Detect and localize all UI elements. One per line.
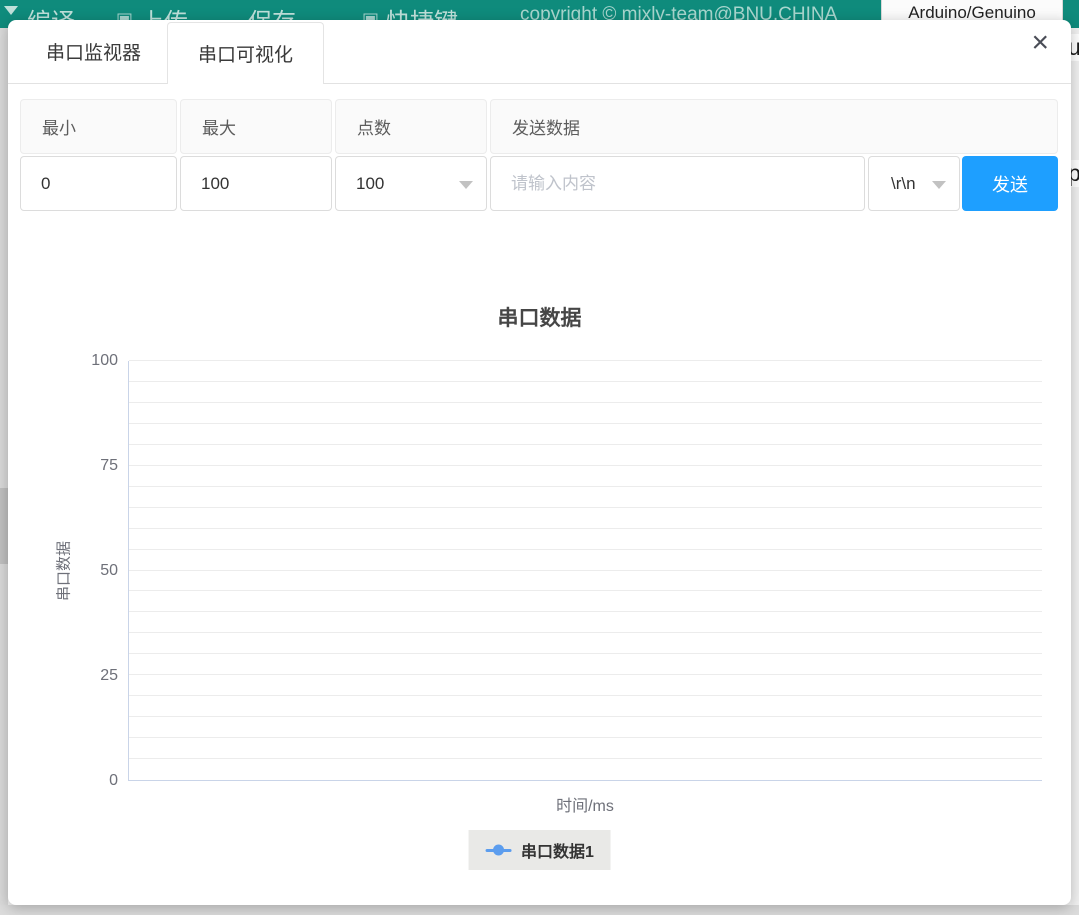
gridline (129, 653, 1042, 654)
serial-dialog: × 串口监视器 串口可视化 最小 最大 点数 发送数据 (8, 20, 1071, 905)
clipped-text-u: u (1071, 34, 1079, 61)
gridline (129, 674, 1042, 675)
plot-area (128, 361, 1042, 781)
y-tick-label: 100 (91, 353, 118, 369)
gridline (129, 360, 1042, 361)
max-input[interactable] (181, 157, 331, 210)
send-group: \r\n 发送 (490, 156, 1058, 211)
toolbar-dropdown-caret-icon[interactable] (4, 6, 18, 15)
gridline (129, 507, 1042, 508)
left-page-edge (0, 28, 8, 915)
max-field (180, 156, 332, 211)
x-axis-label: 时间/ms (128, 792, 1042, 816)
gridline (129, 444, 1042, 445)
clipped-text-p: p (1071, 160, 1079, 187)
send-data-field (490, 156, 865, 211)
y-tick-label: 25 (100, 668, 118, 684)
legend-dot (493, 845, 504, 856)
send-button[interactable]: 发送 (962, 156, 1058, 211)
bottom-page-edge (0, 905, 1079, 915)
settings-form: 最小 最大 点数 发送数据 (20, 99, 1058, 213)
legend-line-icon (485, 844, 511, 857)
tab-serial-monitor[interactable]: 串口监视器 (20, 20, 167, 83)
header-cell-min: 最小 (20, 99, 177, 154)
y-tick-label: 50 (100, 563, 118, 579)
form-header-row: 最小 最大 点数 发送数据 (20, 99, 1058, 154)
scrollbar-thumb[interactable] (0, 488, 8, 564)
header-cell-send-data: 发送数据 (490, 99, 1058, 154)
tab-label: 串口可视化 (198, 40, 293, 67)
chevron-down-icon[interactable] (459, 181, 473, 189)
gridline (129, 632, 1042, 633)
min-input[interactable] (21, 157, 176, 210)
gridline (129, 402, 1042, 403)
gridline (129, 611, 1042, 612)
chevron-down-icon (932, 181, 946, 189)
legend-label: 串口数据1 (521, 838, 594, 862)
gridline (129, 486, 1042, 487)
tab-label: 串口监视器 (46, 38, 141, 65)
line-ending-select[interactable]: \r\n (868, 156, 960, 211)
gridline (129, 465, 1042, 466)
gridline (129, 758, 1042, 759)
gridline (129, 570, 1042, 571)
line-ending-value: \r\n (891, 157, 916, 210)
form-input-row: \r\n 发送 (20, 156, 1058, 211)
legend-item-series1[interactable]: 串口数据1 (468, 830, 611, 870)
header-cell-max: 最大 (180, 99, 332, 154)
gridline (129, 716, 1042, 717)
y-axis-label: 串口数据 (53, 541, 74, 601)
page-root: 编译 ▣ 上传 保存 ▣ 快捷键 copyright © mixly-team@… (0, 0, 1079, 915)
tab-serial-visualization[interactable]: 串口可视化 (167, 22, 324, 84)
gridline (129, 737, 1042, 738)
gridline (129, 528, 1042, 529)
gridline (129, 423, 1042, 424)
right-page-edge: u p (1071, 28, 1079, 915)
header-cell-points: 点数 (335, 99, 487, 154)
points-field (335, 156, 487, 211)
send-data-input[interactable] (491, 157, 864, 210)
serial-chart: 串口数据 0 25 50 75 100 串口数据 时间/ms 串口数据1 (8, 280, 1071, 880)
min-field (20, 156, 177, 211)
y-tick-label: 0 (109, 773, 118, 789)
gridline (129, 549, 1042, 550)
chart-title: 串口数据 (8, 302, 1071, 332)
tab-bar: 串口监视器 串口可视化 (8, 20, 1071, 84)
gridline (129, 381, 1042, 382)
gridline (129, 695, 1042, 696)
y-tick-label: 75 (100, 458, 118, 474)
gridline (129, 590, 1042, 591)
